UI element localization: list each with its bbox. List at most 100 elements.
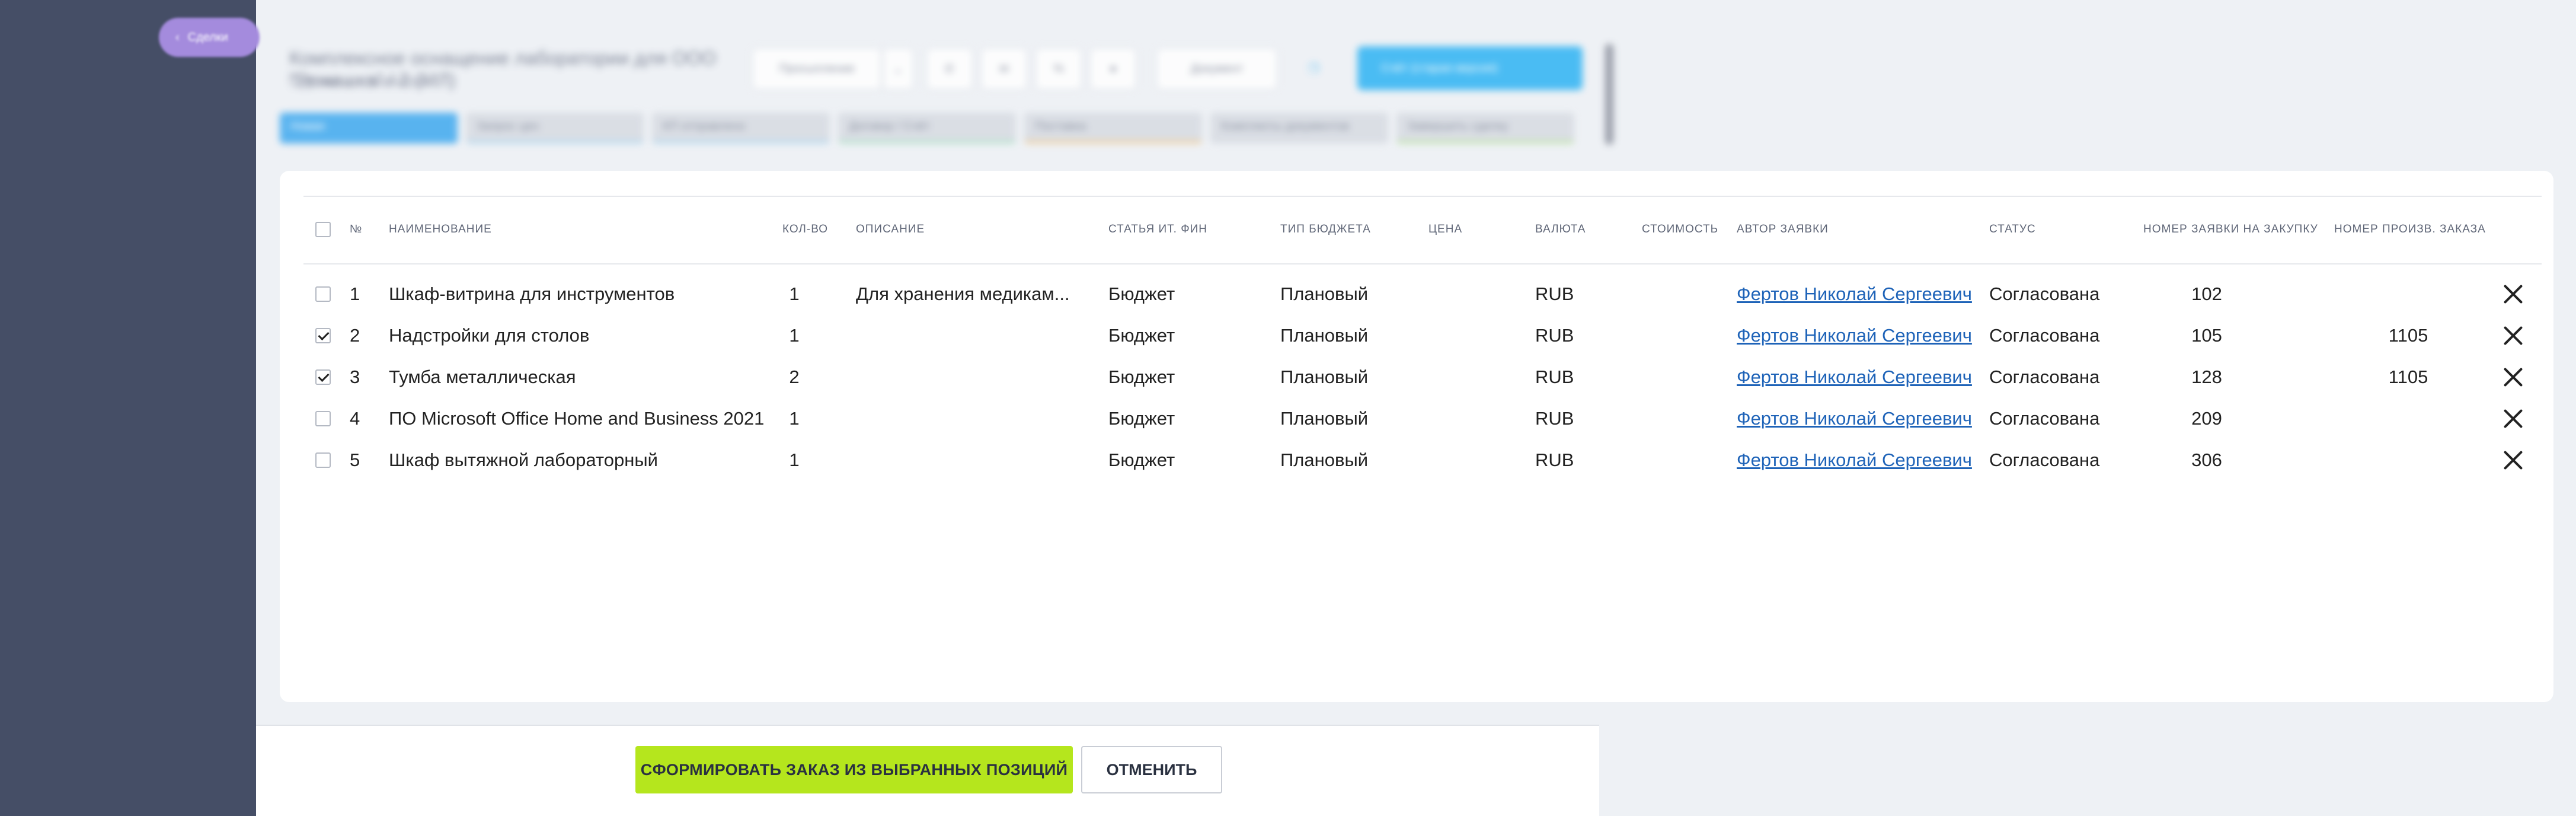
col-budget-type[interactable]: Тип бюджета xyxy=(1280,223,1371,236)
invoice-button-label: Счёт (старая версия) xyxy=(1381,61,1498,75)
row-order-no: 1105 xyxy=(2388,366,2428,387)
stage-new[interactable]: Новая xyxy=(280,113,458,144)
row-currency: RUB xyxy=(1535,408,1574,429)
copy-icon[interactable]: ❐ xyxy=(1290,47,1337,90)
invoice-button[interactable]: Счёт (старая версия) xyxy=(1357,46,1583,90)
row-request-no: 306 xyxy=(2191,450,2222,470)
row-budget-type: Плановый xyxy=(1280,325,1369,346)
row-article: Бюджет xyxy=(1108,408,1175,429)
stage-kp-sent[interactable]: КП отправлено xyxy=(652,113,830,144)
row-status: Согласована xyxy=(1989,283,2100,304)
row-article: Бюджет xyxy=(1108,366,1175,387)
mail-icon[interactable]: ✉ xyxy=(980,47,1028,90)
row-qty: 2 xyxy=(789,366,800,387)
row-status: Согласована xyxy=(1989,366,2100,387)
deals-back-button[interactable]: ‹ Сделки xyxy=(159,18,260,57)
row-request-no: 105 xyxy=(2191,325,2222,346)
create-order-button[interactable]: СФОРМИРОВАТЬ ЗАКАЗ ИЗ ВЫБРАННЫХ ПОЗИЦИЙ xyxy=(635,746,1073,793)
row-currency: RUB xyxy=(1535,283,1574,304)
row-status: Согласована xyxy=(1989,408,2100,429)
left-sidebar xyxy=(0,0,256,816)
row-currency: RUB xyxy=(1535,325,1574,346)
chevron-down-icon[interactable]: ⌄ xyxy=(882,47,914,90)
col-author[interactable]: Автор заявки xyxy=(1737,223,1829,236)
row-request-no: 128 xyxy=(2191,366,2222,387)
row-author-link[interactable]: Фертов Николай Сергеевич xyxy=(1737,398,1972,439)
row-name: Шкаф-витрина для инструментов xyxy=(389,283,675,304)
table-row: 2 Надстройки для столов 1 Бюджет Плановы… xyxy=(280,315,2553,356)
table-row: 3 Тумба металлическая 2 Бюджет Плановый … xyxy=(280,356,2553,398)
row-description: Для хранения медикам... xyxy=(856,283,1070,304)
row-author-link[interactable]: Фертов Николай Сергеевич xyxy=(1737,356,1972,398)
row-author-link[interactable]: Фертов Николай Сергеевич xyxy=(1737,273,1972,315)
row-budget-type: Плановый xyxy=(1280,366,1369,387)
row-budget-type: Плановый xyxy=(1280,450,1369,470)
phone-icon[interactable]: ✆ xyxy=(926,47,973,90)
stage-contract[interactable]: Договор / Счёт xyxy=(838,113,1016,144)
row-article: Бюджет xyxy=(1108,450,1175,470)
row-budget-type: Плановый xyxy=(1280,283,1369,304)
document-select[interactable]: Документ xyxy=(1156,47,1278,90)
row-checkbox[interactable] xyxy=(315,286,331,302)
state-select[interactable]: Просыпление xyxy=(752,47,882,90)
row-order-no xyxy=(2382,439,2435,481)
remove-row-close-icon[interactable] xyxy=(2503,283,2524,305)
col-status[interactable]: Статус xyxy=(1989,223,2036,236)
row-currency: RUB xyxy=(1535,366,1574,387)
stage-bar: Новая Запрос цен КП отправлено Договор /… xyxy=(280,113,1574,144)
percent-icon[interactable]: % xyxy=(1035,47,1082,90)
remove-row-close-icon[interactable] xyxy=(2503,408,2524,429)
stage-documents[interactable]: Комплекты документов xyxy=(1210,113,1388,144)
row-no: 3 xyxy=(350,366,360,387)
col-request-no[interactable]: Номер заявки на закупку xyxy=(2143,223,2318,236)
row-author-link[interactable]: Фертов Николай Сергеевич xyxy=(1737,439,1972,481)
col-cost[interactable]: Стоимость xyxy=(1642,223,1718,236)
row-name: ПО Microsoft Office Home and Business 20… xyxy=(389,408,765,429)
col-currency[interactable]: Валюта xyxy=(1535,223,1586,236)
row-checkbox[interactable] xyxy=(315,328,331,343)
col-article[interactable]: Статья ит. фин xyxy=(1108,223,1207,236)
col-order-no[interactable]: Номер произв. заказа xyxy=(2334,223,2486,236)
row-name: Шкаф вытяжной лабораторный xyxy=(389,450,658,470)
chevron-left-icon: ‹ xyxy=(175,30,180,44)
deal-header: Комплексное оснащение лаборатории для ОО… xyxy=(277,36,1623,154)
deals-back-label: Сделки xyxy=(187,30,228,44)
row-qty: 1 xyxy=(789,408,800,429)
row-checkbox[interactable] xyxy=(315,452,331,468)
state-select-label: Просыпление xyxy=(779,62,855,75)
table-row: 5 Шкаф вытяжной лабораторный 1 Бюджет Пл… xyxy=(280,439,2553,481)
row-qty: 1 xyxy=(789,283,800,304)
col-price[interactable]: Цена xyxy=(1428,223,1462,236)
row-budget-type: Плановый xyxy=(1280,408,1369,429)
row-no: 1 xyxy=(350,283,360,304)
row-qty: 1 xyxy=(789,450,800,470)
remove-row-close-icon[interactable] xyxy=(2503,450,2524,471)
table-row: 4 ПО Microsoft Office Home and Business … xyxy=(280,398,2553,439)
row-checkbox[interactable] xyxy=(315,411,331,426)
row-order-no xyxy=(2382,398,2435,439)
col-name[interactable]: Наименование xyxy=(389,223,492,236)
row-currency: RUB xyxy=(1535,450,1574,470)
row-no: 4 xyxy=(350,408,360,429)
select-all-checkbox[interactable] xyxy=(315,222,331,237)
row-author-link[interactable]: Фертов Николай Сергеевич xyxy=(1737,315,1972,356)
header-scrollbar[interactable] xyxy=(1605,44,1613,145)
col-no: № xyxy=(350,223,363,235)
header-divider xyxy=(303,263,2542,264)
col-description[interactable]: Описание xyxy=(856,223,925,236)
col-qty[interactable]: Кол-во xyxy=(782,223,828,236)
stage-delivery[interactable]: Поставка xyxy=(1024,113,1202,144)
cancel-button[interactable]: ОТМЕНИТЬ xyxy=(1081,746,1222,793)
stage-complete[interactable]: Завершить сделку xyxy=(1396,113,1574,144)
row-request-no: 209 xyxy=(2191,408,2222,429)
stage-price-request[interactable]: Запрос цен xyxy=(466,113,644,144)
remove-row-close-icon[interactable] xyxy=(2503,325,2524,346)
document-select-label: Документ xyxy=(1190,62,1244,75)
table-row: 1 Шкаф-витрина для инструментов 1 Для хр… xyxy=(280,273,2553,315)
remove-row-close-icon[interactable] xyxy=(2503,366,2524,388)
settings-icon[interactable]: ● xyxy=(1089,47,1137,90)
row-checkbox[interactable] xyxy=(315,369,331,385)
row-article: Бюджет xyxy=(1108,283,1175,304)
row-status: Согласована xyxy=(1989,325,2100,346)
positions-card: № Наименование Кол-во Описание Статья ит… xyxy=(280,171,2553,702)
